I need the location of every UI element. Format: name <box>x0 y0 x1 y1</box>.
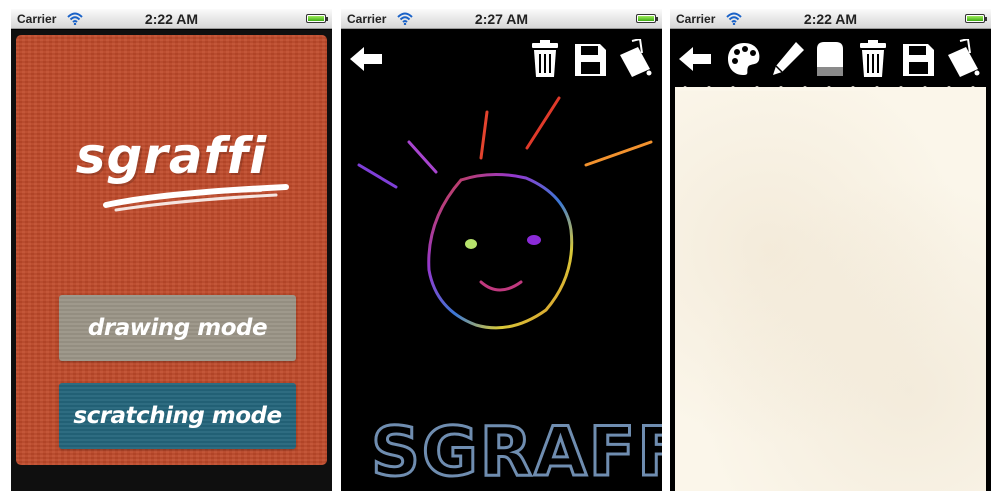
eraser-icon[interactable] <box>812 39 848 79</box>
status-time: 2:22 AM <box>144 11 199 27</box>
status-time: 2:27 AM <box>474 11 529 27</box>
trash-icon[interactable] <box>527 39 563 79</box>
battery-icon <box>636 14 658 23</box>
battery-icon <box>965 14 987 23</box>
pencil-icon[interactable] <box>770 39 806 79</box>
status-bar: Carrier 2:27 AM <box>341 9 662 29</box>
drawing-mode-button[interactable]: drawing mode <box>59 295 296 361</box>
palette-icon[interactable] <box>726 39 762 79</box>
drawing-screen: Carrier 2:22 AM <box>670 9 991 491</box>
back-arrow-icon[interactable] <box>677 39 713 79</box>
status-bar: Carrier 2:22 AM <box>670 9 991 29</box>
menu-screen: Carrier 2:22 AM sgraffi drawing mode scr… <box>11 9 332 491</box>
status-time: 2:22 AM <box>803 11 858 27</box>
battery-icon <box>306 14 328 23</box>
bucket-icon[interactable] <box>616 39 652 79</box>
trash-icon[interactable] <box>855 39 891 79</box>
paper-torn-edge <box>675 86 986 91</box>
app-logo: sgraffi <box>75 127 268 185</box>
save-icon[interactable] <box>572 39 608 79</box>
drawing-paper[interactable] <box>675 87 986 491</box>
status-bar: Carrier 2:22 AM <box>11 9 332 29</box>
menu-card: sgraffi drawing mode scratching mode <box>16 35 327 465</box>
back-arrow-icon[interactable] <box>348 39 384 79</box>
scratching-screen: Carrier 2:27 AM SGRAF <box>341 9 662 491</box>
logo-swoosh <box>103 184 289 212</box>
bucket-icon[interactable] <box>944 39 980 79</box>
scratch-drawing: SGRAFFI <box>357 96 662 491</box>
scratching-mode-button[interactable]: scratching mode <box>59 383 296 449</box>
canvas-sgraffi-text: SGRAFFI <box>371 413 662 491</box>
save-icon[interactable] <box>900 39 936 79</box>
